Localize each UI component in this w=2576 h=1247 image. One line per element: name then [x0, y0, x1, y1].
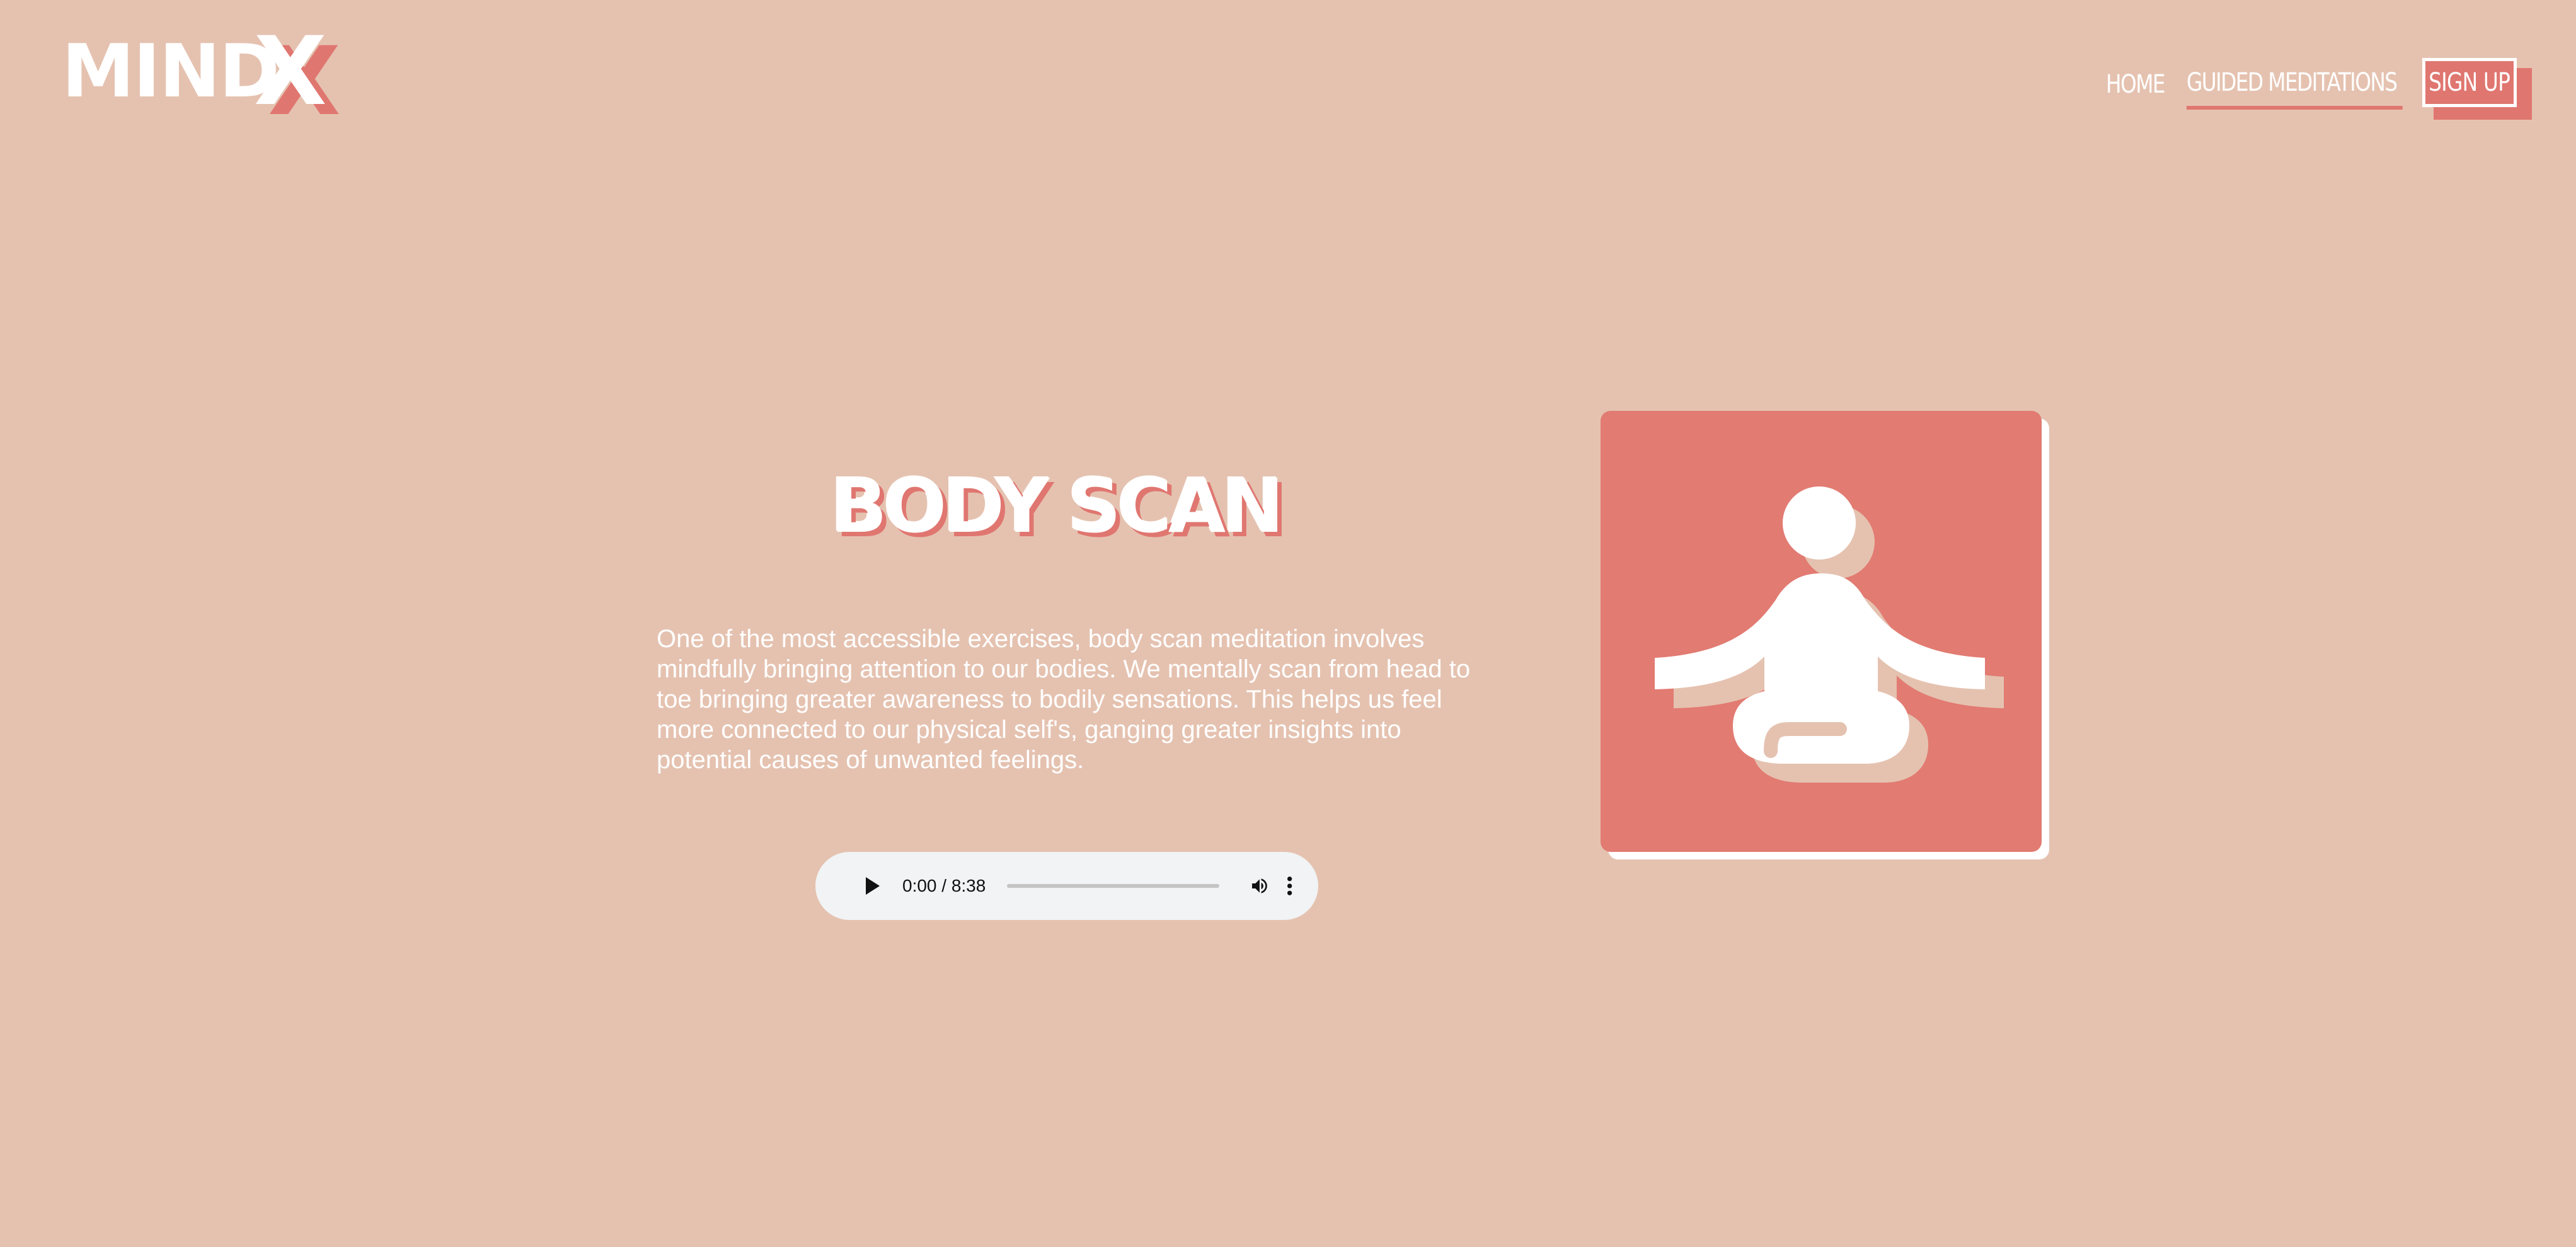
page: MIND X X HOME GUIDED MEDITATIONS SIGN UP… — [0, 0, 2576, 1247]
signup-button[interactable]: SIGN UP — [2422, 58, 2517, 107]
audio-progress-bar[interactable] — [1007, 884, 1219, 888]
logo-x-letter: X — [254, 17, 327, 127]
meditation-description: One of the most accessible exercises, bo… — [657, 625, 1471, 774]
logo-text: MIND — [62, 29, 280, 114]
meditation-figure-icon — [1655, 486, 2004, 783]
illustration-card — [1601, 411, 2042, 852]
active-underline — [2187, 106, 2403, 110]
nav-link-guided-meditations[interactable]: GUIDED MEDITATIONS — [2187, 68, 2403, 110]
meditation-illustration — [1601, 411, 2049, 859]
audio-time: 0:00 / 8:38 — [902, 876, 986, 895]
signup-button-wrapper: SIGN UP — [2422, 58, 2532, 120]
audio-player[interactable]: 0:00 / 8:38 — [815, 852, 1318, 920]
signup-button-label: SIGN UP — [2429, 68, 2511, 97]
more-options-icon[interactable] — [1286, 875, 1293, 897]
page-title: BODY SCAN — [831, 463, 1284, 550]
logo[interactable]: MIND X X — [62, 25, 352, 129]
nav-link-home[interactable]: HOME — [2106, 70, 2166, 99]
play-icon[interactable] — [866, 877, 880, 895]
volume-icon[interactable] — [1250, 875, 1270, 897]
logo-x-mark: X X — [254, 17, 367, 129]
nav-link-guided-meditations-label: GUIDED MEDITATIONS — [2187, 68, 2398, 97]
top-nav: HOME GUIDED MEDITATIONS SIGN UP — [2106, 55, 2532, 120]
